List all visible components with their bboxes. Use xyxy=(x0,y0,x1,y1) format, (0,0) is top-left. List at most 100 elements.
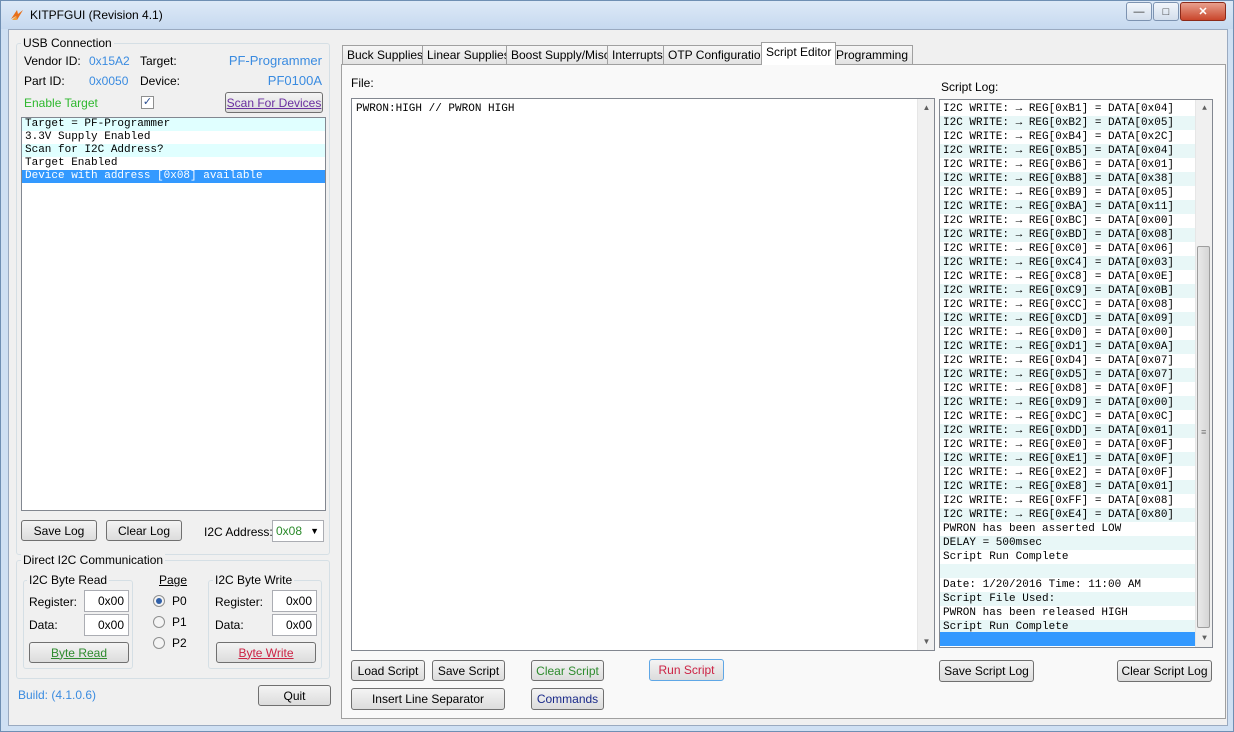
script-log-line[interactable]: I2C WRITE: → REG[0xD1] = DATA[0x0A] xyxy=(940,340,1196,354)
page-p0-label: P0 xyxy=(172,594,187,608)
script-log-line[interactable]: I2C WRITE: → REG[0xCC] = DATA[0x08] xyxy=(940,298,1196,312)
script-log-line[interactable]: I2C WRITE: → REG[0xB8] = DATA[0x38] xyxy=(940,172,1196,186)
script-log-line[interactable]: I2C WRITE: → REG[0xE1] = DATA[0x0F] xyxy=(940,452,1196,466)
script-log-line[interactable]: I2C WRITE: → REG[0xD0] = DATA[0x00] xyxy=(940,326,1196,340)
script-log-line[interactable]: Script Run Complete xyxy=(940,550,1196,564)
save-script-button[interactable]: Save Script xyxy=(432,660,505,681)
script-log-selected-row[interactable] xyxy=(940,632,1195,646)
log-line[interactable]: Scan for I2C Address? xyxy=(22,144,325,157)
read-data-input[interactable]: 0x00 xyxy=(84,614,129,636)
scroll-down-icon[interactable]: ▼ xyxy=(918,633,934,650)
close-button[interactable]: ✕ xyxy=(1180,2,1226,21)
script-log-line[interactable]: I2C WRITE: → REG[0xE0] = DATA[0x0F] xyxy=(940,438,1196,452)
script-log-scrollbar[interactable]: ▲ ≡ ▼ xyxy=(1195,100,1212,647)
i2c-address-select[interactable]: 0x08 ▼ xyxy=(272,520,324,542)
script-log-line[interactable]: I2C WRITE: → REG[0xD9] = DATA[0x00] xyxy=(940,396,1196,410)
script-log-line[interactable]: I2C WRITE: → REG[0xC9] = DATA[0x0B] xyxy=(940,284,1196,298)
maximize-button[interactable]: □ xyxy=(1153,2,1179,21)
tab-otp-configuration[interactable]: OTP Configuration xyxy=(663,45,773,64)
i2c-address-label: I2C Address: xyxy=(204,525,273,539)
log-line[interactable]: Target = PF-Programmer xyxy=(22,118,325,131)
clear-script-button[interactable]: Clear Script xyxy=(531,660,604,681)
write-data-label: Data: xyxy=(215,618,244,632)
run-script-button[interactable]: Run Script xyxy=(649,659,724,681)
script-log-line[interactable]: Date: 1/20/2016 Time: 11:00 AM xyxy=(940,578,1196,592)
page-p0-radio[interactable] xyxy=(153,595,165,607)
byte-write-title: I2C Byte Write xyxy=(213,573,295,587)
script-log-line[interactable]: I2C WRITE: → REG[0xCD] = DATA[0x09] xyxy=(940,312,1196,326)
script-log-line[interactable]: I2C WRITE: → REG[0xBC] = DATA[0x00] xyxy=(940,214,1196,228)
script-log-line[interactable]: I2C WRITE: → REG[0xFF] = DATA[0x08] xyxy=(940,494,1196,508)
scan-for-devices-button[interactable]: Scan For Devices xyxy=(225,92,323,113)
script-log-line[interactable]: I2C WRITE: → REG[0xB6] = DATA[0x01] xyxy=(940,158,1196,172)
kitpfgui-logo-icon xyxy=(11,10,23,20)
page-p2-label: P2 xyxy=(172,636,187,650)
script-log-line[interactable]: I2C WRITE: → REG[0xB5] = DATA[0x04] xyxy=(940,144,1196,158)
tab-script-editor[interactable]: Script Editor xyxy=(761,42,837,65)
script-scrollbar[interactable]: ▲ ▼ xyxy=(917,99,934,650)
page-p1-label: P1 xyxy=(172,615,187,629)
script-log-line[interactable]: Script File Used: xyxy=(940,592,1196,606)
clear-log-button[interactable]: Clear Log xyxy=(106,520,182,541)
scroll-down-icon[interactable]: ▼ xyxy=(1196,630,1212,647)
script-log-line[interactable]: I2C WRITE: → REG[0xB2] = DATA[0x05] xyxy=(940,116,1196,130)
quit-button[interactable]: Quit xyxy=(258,685,331,706)
script-log-line[interactable]: I2C WRITE: → REG[0xDD] = DATA[0x01] xyxy=(940,424,1196,438)
title-bar[interactable]: KITPFGUI (Revision 4.1) — □ ✕ xyxy=(1,1,1233,29)
script-log-line[interactable]: I2C WRITE: → REG[0xC4] = DATA[0x03] xyxy=(940,256,1196,270)
page-p1-radio[interactable] xyxy=(153,616,165,628)
device-value: PF0100A xyxy=(267,73,322,88)
script-log-line[interactable]: I2C WRITE: → REG[0xC0] = DATA[0x06] xyxy=(940,242,1196,256)
script-log-line[interactable]: PWRON has been released HIGH xyxy=(940,606,1196,620)
script-log-line[interactable]: I2C WRITE: → REG[0xBD] = DATA[0x08] xyxy=(940,228,1196,242)
script-log-list[interactable]: I2C WRITE: → REG[0xB1] = DATA[0x04] I2C W… xyxy=(939,99,1213,648)
clear-script-log-button[interactable]: Clear Script Log xyxy=(1117,660,1212,682)
read-register-input[interactable]: 0x00 xyxy=(84,590,129,612)
script-log-line[interactable]: I2C WRITE: → REG[0xB1] = DATA[0x04] xyxy=(940,102,1196,116)
tab-interrupts[interactable]: Interrupts xyxy=(607,45,668,64)
save-script-log-button[interactable]: Save Script Log xyxy=(939,660,1034,682)
vendor-id-value: 0x15A2 xyxy=(89,54,130,68)
script-log-line[interactable]: PWRON has been asserted LOW xyxy=(940,522,1196,536)
tab-linear-supplies[interactable]: Linear Supplies xyxy=(422,45,515,64)
script-log-line[interactable]: I2C WRITE: → REG[0xD4] = DATA[0x07] xyxy=(940,354,1196,368)
log-line[interactable]: Device with address [0x08] available xyxy=(22,170,325,183)
script-log-line[interactable]: DELAY = 500msec xyxy=(940,536,1196,550)
script-log-line[interactable]: I2C WRITE: → REG[0xB4] = DATA[0x2C] xyxy=(940,130,1196,144)
script-log-scroll-thumb[interactable]: ≡ xyxy=(1197,246,1210,628)
byte-write-button[interactable]: Byte Write xyxy=(216,642,316,663)
script-log-line[interactable]: I2C WRITE: → REG[0xB9] = DATA[0x05] xyxy=(940,186,1196,200)
tab-buck-supplies[interactable]: Buck Supplies xyxy=(342,45,429,64)
build-label: Build: (4.1.0.6) xyxy=(18,688,97,702)
script-log-line[interactable]: I2C WRITE: → REG[0xBA] = DATA[0x11] xyxy=(940,200,1196,214)
read-data-label: Data: xyxy=(29,618,58,632)
script-log-line[interactable]: I2C WRITE: → REG[0xD8] = DATA[0x0F] xyxy=(940,382,1196,396)
tab-programming[interactable]: Programming xyxy=(831,45,914,64)
script-log-line[interactable] xyxy=(940,564,1196,578)
script-log-line[interactable]: I2C WRITE: → REG[0xE4] = DATA[0x80] xyxy=(940,508,1196,522)
byte-read-button[interactable]: Byte Read xyxy=(29,642,129,663)
script-log-line[interactable]: I2C WRITE: → REG[0xE8] = DATA[0x01] xyxy=(940,480,1196,494)
tab-boost-supply-misc[interactable]: Boost Supply/Misc xyxy=(506,45,615,64)
script-log-line[interactable]: I2C WRITE: → REG[0xDC] = DATA[0x0C] xyxy=(940,410,1196,424)
save-log-button[interactable]: Save Log xyxy=(21,520,97,541)
log-line[interactable]: 3.3V Supply Enabled xyxy=(22,131,325,144)
usb-connection-title: USB Connection xyxy=(21,36,114,50)
script-editor-textarea[interactable]: PWRON:HIGH // PWRON HIGH ▲ ▼ xyxy=(351,98,935,651)
enable-target-checkbox[interactable]: ✓ xyxy=(141,96,154,109)
log-line[interactable]: Target Enabled xyxy=(22,157,325,170)
script-log-line[interactable]: I2C WRITE: → REG[0xD5] = DATA[0x07] xyxy=(940,368,1196,382)
script-log-line[interactable]: I2C WRITE: → REG[0xC8] = DATA[0x0E] xyxy=(940,270,1196,284)
write-data-input[interactable]: 0x00 xyxy=(272,614,317,636)
commands-button[interactable]: Commands xyxy=(531,688,604,710)
script-log-line[interactable]: I2C WRITE: → REG[0xE2] = DATA[0x0F] xyxy=(940,466,1196,480)
read-register-label: Register: xyxy=(29,595,78,609)
scroll-up-icon[interactable]: ▲ xyxy=(918,99,934,116)
connection-log-list[interactable]: Target = PF-Programmer 3.3V Supply Enable… xyxy=(21,117,326,511)
page-p2-radio[interactable] xyxy=(153,637,165,649)
scroll-up-icon[interactable]: ▲ xyxy=(1196,100,1212,117)
write-register-input[interactable]: 0x00 xyxy=(272,590,317,612)
load-script-button[interactable]: Load Script xyxy=(351,660,425,681)
minimize-button[interactable]: — xyxy=(1126,2,1152,21)
insert-line-separator-button[interactable]: Insert Line Separator xyxy=(351,688,505,710)
